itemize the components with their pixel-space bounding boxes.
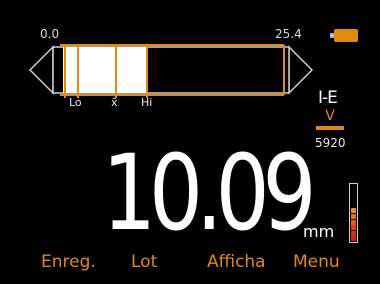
signal-segment xyxy=(351,202,356,208)
mean-label: x̄ xyxy=(111,96,118,109)
signal-segment xyxy=(351,225,356,231)
mode-name: I-E xyxy=(318,88,338,108)
softkey-menu[interactable]: Menu xyxy=(293,252,340,272)
hi-label: Hi xyxy=(141,96,153,109)
signal-segment xyxy=(351,230,356,236)
lo-label: Lo xyxy=(69,96,82,109)
signal-meter-icon xyxy=(349,183,358,243)
thickness-reading: 10.09 xyxy=(102,132,317,254)
scroll-right-arrow-icon[interactable] xyxy=(288,45,314,95)
signal-segment xyxy=(351,208,356,214)
signal-segment xyxy=(351,236,356,242)
scroll-left-arrow-icon[interactable] xyxy=(28,45,54,95)
signal-segment xyxy=(351,186,356,191)
softkey-save[interactable]: Enreg. xyxy=(41,252,96,272)
velocity-value: 5920 xyxy=(315,136,346,150)
scale-max-label: 25.4 xyxy=(275,27,302,41)
softkey-display[interactable]: Afficha xyxy=(207,252,266,272)
signal-segment xyxy=(351,219,356,225)
gauge-display: 0.0 25.4 Lo x̄ Hi I-E V 5920 10.09 mm En… xyxy=(0,0,380,284)
battery-body xyxy=(334,29,358,42)
mode-underline xyxy=(316,126,344,130)
battery-icon xyxy=(330,29,360,42)
signal-segment xyxy=(351,191,356,197)
mode-sub: V xyxy=(325,108,335,124)
scale-min-label: 0.0 xyxy=(40,27,60,41)
signal-segment xyxy=(351,214,356,219)
softkey-batch[interactable]: Lot xyxy=(131,252,157,272)
signal-segment xyxy=(351,197,356,203)
bar-frame xyxy=(52,46,290,94)
reading-unit: mm xyxy=(303,222,335,241)
bar-fill xyxy=(63,47,147,93)
